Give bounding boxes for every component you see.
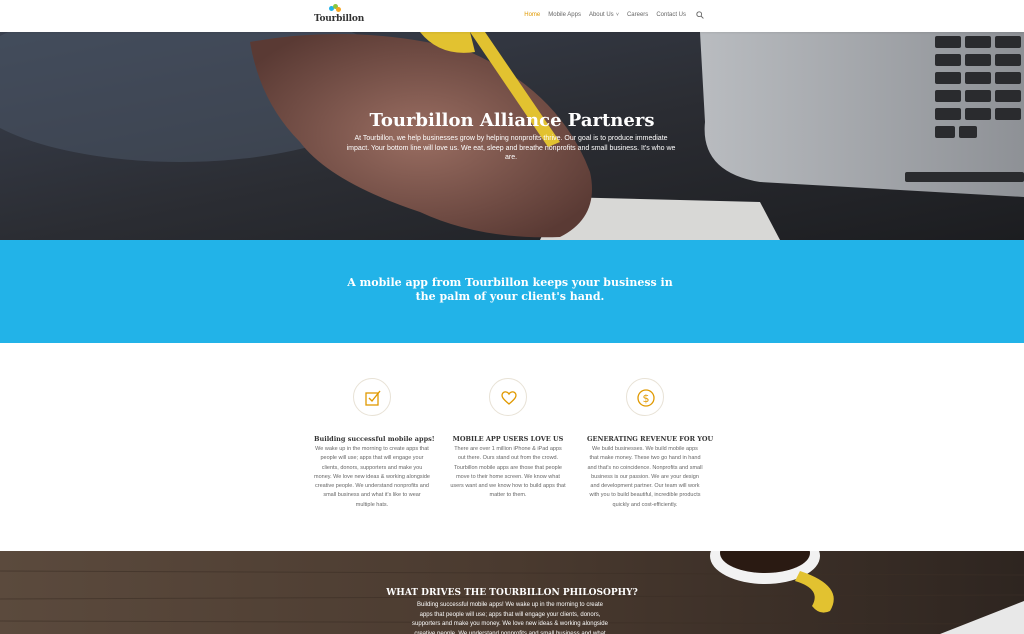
nav-about-us-label: About Us: [588, 12, 614, 18]
checkbox-icon: [365, 390, 381, 406]
logo-text: Tourbillon: [314, 14, 365, 24]
main-nav: Home Mobile Apps About Us ˅ Careers Cont…: [524, 11, 704, 19]
feature-building-apps: Building successful mobile apps! We wake…: [314, 378, 435, 510]
feature-icon-circle: [489, 378, 527, 416]
heart-icon: [501, 391, 517, 405]
svg-text:$: $: [643, 392, 650, 405]
feature-icon-circle: [353, 378, 391, 416]
hero-section: Tourbillon Alliance Partners At Tourbill…: [0, 32, 1024, 240]
logo-mark-icon: [329, 4, 341, 13]
feature-icon-circle: $: [626, 378, 664, 416]
feature-users-love-us: MOBILE APP USERS LOVE US There are over …: [450, 378, 566, 501]
nav-careers[interactable]: Careers: [627, 12, 648, 18]
hero-text: At Tourbillon, we help businesses grow b…: [346, 135, 676, 161]
feature-generating-revenue: $ GENERATING REVENUE FOR YOU We build bu…: [587, 378, 714, 510]
chevron-down-icon: ˅: [614, 12, 619, 18]
dollar-icon: $: [637, 389, 655, 407]
feature-title: Building successful mobile apps!: [314, 435, 435, 443]
features-section: Building successful mobile apps! We wake…: [0, 343, 1024, 551]
philosophy-text: Building successful mobile apps! We wake…: [412, 602, 608, 634]
search-icon[interactable]: [696, 11, 704, 19]
feature-title: GENERATING REVENUE FOR YOU: [587, 435, 714, 443]
nav-home[interactable]: Home: [524, 12, 540, 18]
hero-title: Tourbillon Alliance Partners: [369, 110, 655, 131]
feature-text: We wake up in the morning to create apps…: [314, 446, 430, 508]
site-header: Tourbillon Home Mobile Apps About Us ˅ C…: [0, 0, 1024, 32]
logo[interactable]: Tourbillon: [314, 4, 364, 28]
tagline-text: A mobile app from Tourbillon keeps your …: [347, 276, 673, 303]
tagline-band: A mobile app from Tourbillon keeps your …: [0, 240, 1024, 343]
nav-mobile-apps[interactable]: Mobile Apps: [548, 12, 581, 18]
feature-text: We build businesses. We build mobile app…: [587, 446, 703, 508]
feature-title: MOBILE APP USERS LOVE US: [452, 435, 564, 443]
nav-contact-us[interactable]: Contact Us: [656, 12, 686, 18]
philosophy-title: WHAT DRIVES THE TOURBILLON PHILOSOPHY?: [386, 588, 638, 598]
philosophy-section: WHAT DRIVES THE TOURBILLON PHILOSOPHY? B…: [0, 551, 1024, 634]
feature-text: There are over 1 million iPhone & iPad a…: [450, 446, 566, 499]
nav-about-us[interactable]: About Us ˅: [589, 12, 619, 18]
